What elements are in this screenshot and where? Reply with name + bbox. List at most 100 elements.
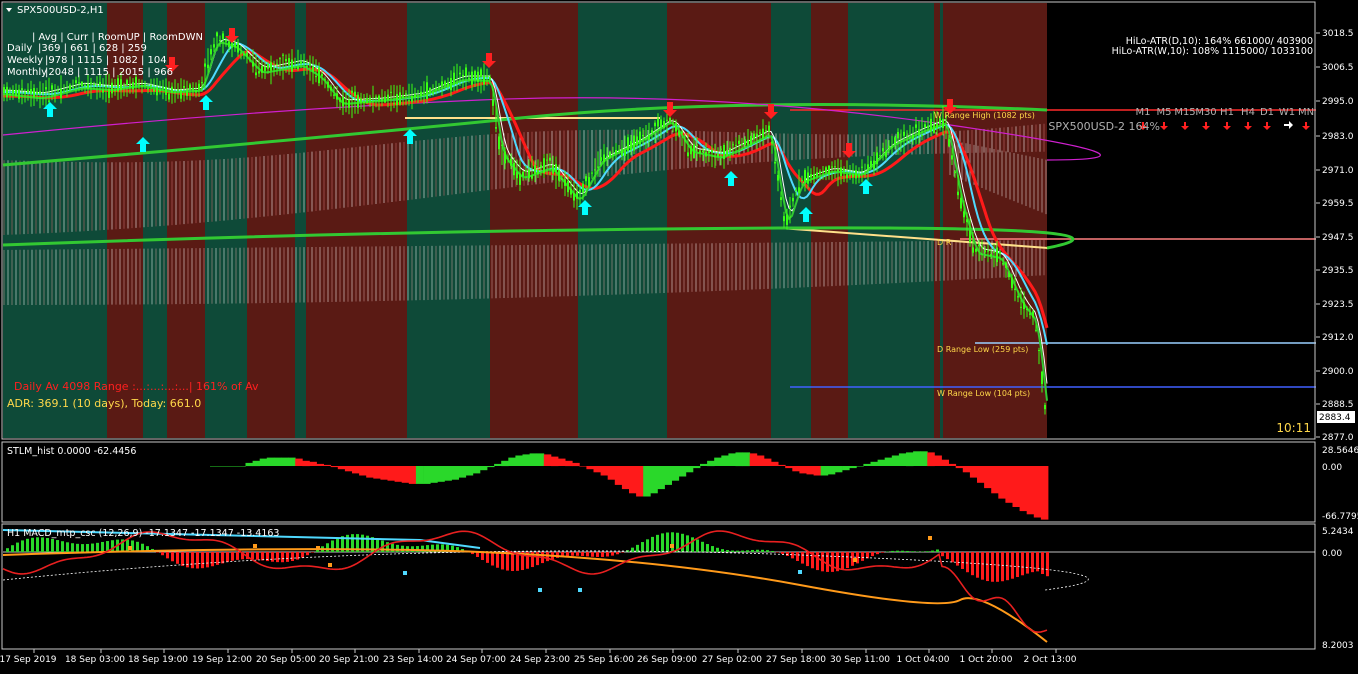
macd-marker [253,544,257,548]
stlm-bar [231,466,239,467]
candle-body [858,173,860,178]
stlm-bar [423,466,431,484]
candle-body [789,205,791,208]
trend-zone [848,3,934,438]
time-tick-label: 18 Sep 19:00 [128,655,188,665]
candle-body [456,82,458,84]
candle-body [105,85,107,88]
macd-bar [916,551,919,553]
candle-body [651,130,653,134]
stlm-bar [877,459,886,466]
macd-bar [901,550,904,552]
candle-body [771,141,773,144]
candle-body [462,74,464,77]
candle-body [666,119,668,121]
candle-body [543,158,545,174]
hilo-weekly: HiLo-ATR(W,10): 108% 1115000/ 1033100 [1112,46,1313,57]
candle-body [762,128,764,139]
macd-bar [801,552,804,564]
stlm-bar [600,466,609,476]
stlm-bar [408,466,417,484]
time-tick-label: 27 Sep 18:00 [766,655,826,665]
stlm-bar [273,457,282,466]
candle-body [603,154,605,163]
stlm-tick-label: -66.7795 [1322,512,1358,522]
d-range-high-label: D R [937,238,952,247]
stlm-bar [309,461,317,466]
stlm-bar [210,466,218,467]
candle-body [339,98,341,102]
macd-bar [696,539,699,552]
price-tick-label: 2877.0 [1322,433,1354,443]
main-chart[interactable]: SPX500USD-2,H1 | Avg | Curr | RoomUP | R… [0,0,1358,670]
candle-body [48,100,50,102]
candle-body [72,86,74,89]
candle-body [957,191,959,196]
candle-body [525,170,527,172]
macd-bar [186,552,189,568]
macd-bar [81,544,84,552]
price-tick-label: 2947.5 [1322,233,1354,243]
candle-body [204,63,206,67]
candle-body [735,144,737,146]
candle-body [552,165,554,174]
candle-body [615,150,617,154]
candle-body [126,80,128,85]
candle-body [504,151,506,164]
candle-body [1032,311,1034,318]
macd-bar [746,550,749,552]
candle-body [363,101,365,103]
stlm-bar [721,455,729,466]
macd-bar [586,552,589,557]
macd-bar [111,540,114,552]
candle-body [192,88,194,91]
d-range-low-label: D Range Low (259 pts) [937,345,1028,354]
stlm-tick-label: 0.00 [1322,463,1342,473]
macd-bar [891,550,894,552]
stlm-bar [451,466,459,480]
stlm-bar [352,466,360,474]
candle-body [93,84,95,85]
stlm-bar [337,466,346,470]
macd-bar [756,549,759,552]
stlm-bar [977,466,985,483]
candle-body [228,41,230,48]
stlm-bar [934,455,942,466]
stlm-bar [344,466,353,472]
candle-body [15,89,17,97]
candle-body [435,88,437,90]
stlm-bar [749,453,758,466]
timeframe-label-m30: M30 [1195,107,1216,118]
candle-body [246,52,248,57]
time-tick-label: 26 Sep 09:00 [637,655,697,665]
stlm-bar [756,455,765,466]
candle-body [990,254,992,256]
candle-body [276,63,278,65]
candle-body [915,124,917,128]
candle-body [519,173,521,185]
timeframe-label-m15: M15 [1174,107,1195,118]
candle-body [354,91,356,97]
stlm-bar [984,466,992,489]
candle-body [1035,329,1037,331]
candle-body [594,169,596,171]
candle-body [711,149,713,153]
stlm-bar [295,458,303,466]
info-row-weekly-label: Weekly [7,55,43,66]
macd-bar [1001,552,1004,582]
candle-body [717,153,719,157]
price-tick-label: 2900.0 [1322,367,1354,377]
candle-body [900,140,902,142]
trend-zone [940,3,943,438]
candle-body [258,71,260,74]
macd-bar [176,552,179,564]
candle-body [57,89,59,91]
candle-body [723,145,725,159]
stlm-bar [515,455,523,466]
price-tick-label: 2971.0 [1322,166,1354,176]
candle-body [207,64,209,69]
stlm-bar [387,466,395,481]
macd-bar [391,543,394,552]
candle-body [978,244,980,247]
macd-bar [701,541,704,552]
